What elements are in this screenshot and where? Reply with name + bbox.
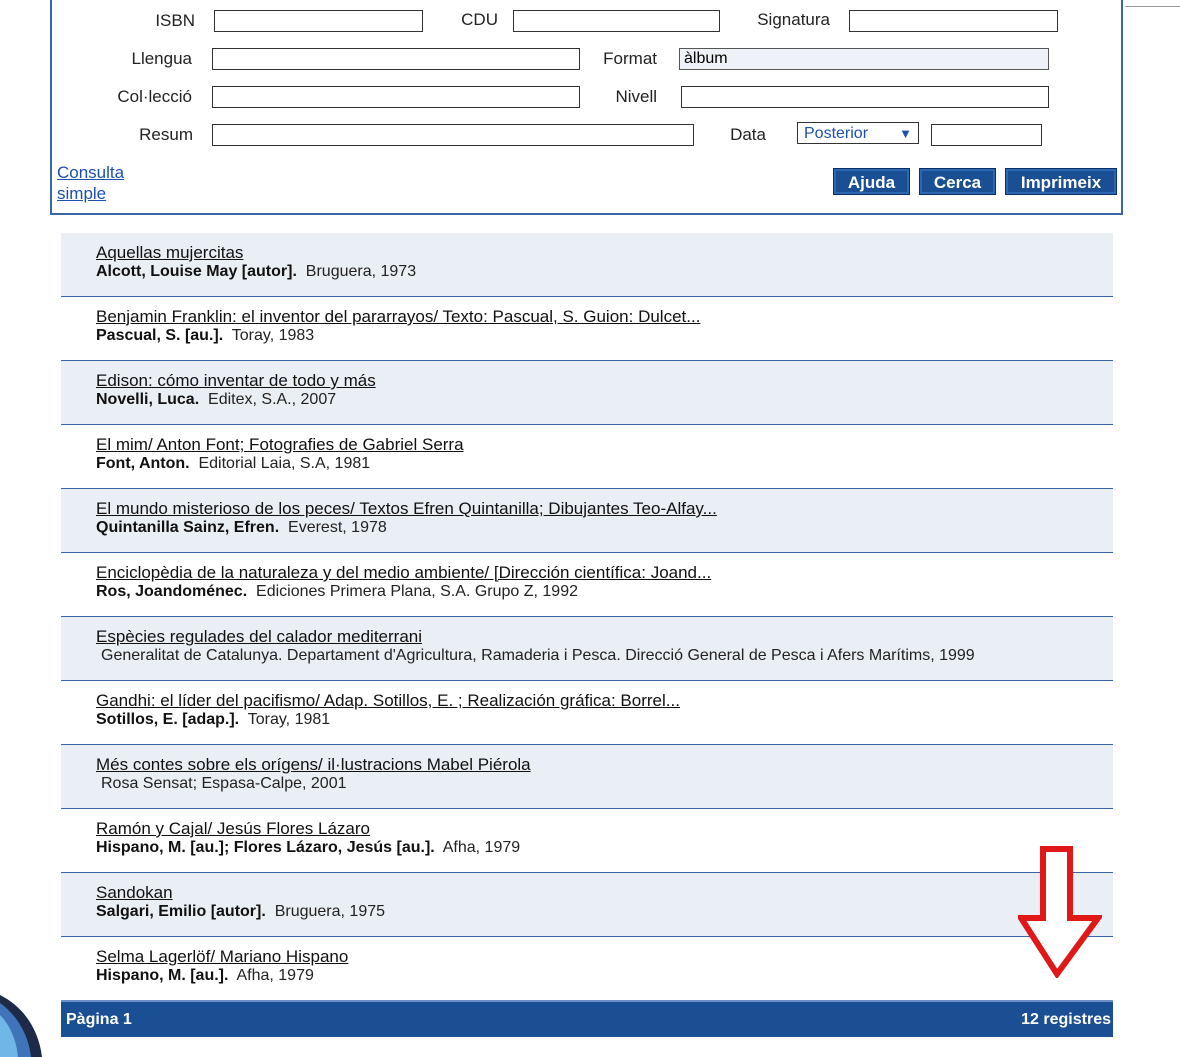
resum-label: Resum bbox=[139, 125, 193, 144]
result-title-link[interactable]: Aquellas mujercitas bbox=[96, 243, 243, 263]
format-label: Format bbox=[603, 49, 657, 68]
result-row: Més contes sobre els orígens/ il·lustrac… bbox=[61, 745, 1113, 809]
format-field[interactable] bbox=[679, 48, 1049, 70]
result-author: Alcott, Louise May [autor]. bbox=[96, 263, 297, 280]
result-author: Pascual, S. [au.]. bbox=[96, 327, 224, 344]
result-publisher: Bruguera, 1973 bbox=[305, 263, 417, 280]
result-author: Hispano, M. [au.]; Flores Lázaro, Jesús … bbox=[96, 839, 435, 856]
result-meta: Hispano, M. [au.]; Flores Lázaro, Jesús … bbox=[96, 839, 520, 857]
result-row: Aquellas mujercitas Alcott, Louise May [a… bbox=[61, 233, 1113, 297]
result-publisher: Everest, 1978 bbox=[288, 519, 387, 536]
result-title-link[interactable]: Ramón y Cajal/ Jesús Flores Lázaro bbox=[96, 819, 370, 839]
down-arrow-icon bbox=[1018, 846, 1102, 978]
result-author: Quintanilla Sainz, Efren. bbox=[96, 519, 280, 536]
result-publisher: Bruguera, 1975 bbox=[274, 903, 386, 920]
result-publisher: Toray, 1983 bbox=[231, 327, 315, 344]
llengua-label: Llengua bbox=[131, 49, 192, 68]
signatura-field[interactable] bbox=[849, 10, 1058, 32]
result-meta: Ros, Joandoménec. Ediciones Primera Plan… bbox=[96, 583, 578, 601]
corner-decoration-icon bbox=[0, 995, 42, 1057]
advanced-search-form: ISBN CDU Signatura Llengua Format Col·le… bbox=[50, 0, 1123, 215]
pagination-bar: Pàgina 1 12 registres bbox=[61, 1000, 1113, 1037]
result-title-link[interactable]: Sandokan bbox=[96, 883, 173, 903]
cdu-label: CDU bbox=[461, 10, 498, 29]
result-row: Ramón y Cajal/ Jesús Flores Lázaro Hispan… bbox=[61, 809, 1113, 873]
resum-field[interactable] bbox=[212, 124, 694, 146]
help-button[interactable]: Ajuda bbox=[833, 168, 910, 195]
result-author: Salgari, Emilio [autor]. bbox=[96, 903, 266, 920]
result-publisher: Editex, S.A., 2007 bbox=[208, 391, 337, 408]
result-meta: Generalitat de Catalunya. Departament d'… bbox=[101, 647, 975, 665]
result-title-link[interactable]: Més contes sobre els orígens/ il·lustrac… bbox=[96, 755, 531, 775]
cdu-field[interactable] bbox=[513, 10, 720, 32]
nivell-field[interactable] bbox=[681, 86, 1049, 108]
result-publisher: Editorial Laia, S.A, 1981 bbox=[198, 455, 371, 472]
result-publisher: Toray, 1981 bbox=[247, 711, 331, 728]
signatura-label: Signatura bbox=[757, 10, 830, 29]
result-title-link[interactable]: Selma Lagerlöf/ Mariano Hispano bbox=[96, 947, 348, 967]
data-year-field[interactable] bbox=[931, 124, 1042, 146]
result-title-link[interactable]: Gandhi: el líder del pacifismo/ Adap. So… bbox=[96, 691, 680, 711]
result-title-link[interactable]: Benjamin Franklin: el inventor del parar… bbox=[96, 307, 700, 327]
result-title-link[interactable]: Enciclopèdia de la naturaleza y del medi… bbox=[96, 563, 711, 583]
result-publisher: Afha, 1979 bbox=[236, 967, 314, 984]
dropdown-arrow-icon: ▼ bbox=[899, 125, 912, 141]
result-row: Selma Lagerlöf/ Mariano Hispano Hispano, … bbox=[61, 937, 1113, 1001]
result-author: Sotillos, E. [adap.]. bbox=[96, 711, 240, 728]
result-row: Sandokan Salgari, Emilio [autor]. Bruguer… bbox=[61, 873, 1113, 937]
result-author: Novelli, Luca. bbox=[96, 391, 200, 408]
result-publisher: Afha, 1979 bbox=[442, 839, 521, 856]
result-row: Edison: cómo inventar de todo y más Novel… bbox=[61, 361, 1113, 425]
result-row: El mim/ Anton Font; Fotografies de Gabri… bbox=[61, 425, 1113, 489]
result-meta: Novelli, Luca. Editex, S.A., 2007 bbox=[96, 391, 336, 409]
simple-search-link-line1[interactable]: Consulta bbox=[57, 163, 124, 182]
record-count: 12 registres bbox=[1021, 1011, 1111, 1028]
top-divider bbox=[1125, 6, 1180, 7]
data-comparison-select[interactable]: Posterior ▼ bbox=[797, 122, 919, 144]
colleccio-field[interactable] bbox=[212, 86, 580, 108]
colleccio-label: Col·lecció bbox=[117, 87, 192, 106]
results-list: Aquellas mujercitas Alcott, Louise May [a… bbox=[61, 233, 1113, 1001]
result-row: El mundo misterioso de los peces/ Textos… bbox=[61, 489, 1113, 553]
result-author: Hispano, M. [au.]. bbox=[96, 967, 229, 984]
result-meta: Font, Anton. Editorial Laia, S.A, 1981 bbox=[96, 455, 370, 473]
search-button[interactable]: Cerca bbox=[919, 168, 996, 195]
result-author: Ros, Joandoménec. bbox=[96, 583, 248, 600]
data-label: Data bbox=[730, 125, 766, 144]
result-publisher: Generalitat de Catalunya. Departament d'… bbox=[101, 647, 975, 664]
result-meta: Quintanilla Sainz, Efren. Everest, 1978 bbox=[96, 519, 387, 537]
result-row: Benjamin Franklin: el inventor del parar… bbox=[61, 297, 1113, 361]
result-row: Espècies regulades del calador mediterra… bbox=[61, 617, 1113, 681]
page-indicator: Pàgina 1 bbox=[66, 1011, 132, 1028]
llengua-field[interactable] bbox=[212, 48, 580, 70]
print-button[interactable]: Imprimeix bbox=[1005, 168, 1117, 195]
result-meta: Sotillos, E. [adap.]. Toray, 1981 bbox=[96, 711, 330, 729]
isbn-label: ISBN bbox=[155, 11, 195, 30]
simple-search-link[interactable]: Consulta simple bbox=[57, 163, 124, 205]
isbn-field[interactable] bbox=[214, 10, 423, 32]
result-meta: Hispano, M. [au.]. Afha, 1979 bbox=[96, 967, 314, 985]
result-title-link[interactable]: El mundo misterioso de los peces/ Textos… bbox=[96, 499, 717, 519]
result-meta: Alcott, Louise May [autor]. Bruguera, 19… bbox=[96, 263, 416, 281]
result-publisher: Rosa Sensat; Espasa-Calpe, 2001 bbox=[101, 775, 347, 792]
result-meta: Pascual, S. [au.]. Toray, 1983 bbox=[96, 327, 314, 345]
simple-search-link-line2[interactable]: simple bbox=[57, 184, 106, 203]
result-meta: Salgari, Emilio [autor]. Bruguera, 1975 bbox=[96, 903, 385, 921]
nivell-label: Nivell bbox=[615, 87, 657, 106]
result-row: Gandhi: el líder del pacifismo/ Adap. So… bbox=[61, 681, 1113, 745]
result-title-link[interactable]: Edison: cómo inventar de todo y más bbox=[96, 371, 376, 391]
result-title-link[interactable]: El mim/ Anton Font; Fotografies de Gabri… bbox=[96, 435, 464, 455]
result-author: Font, Anton. bbox=[96, 455, 190, 472]
result-meta: Rosa Sensat; Espasa-Calpe, 2001 bbox=[101, 775, 346, 793]
result-row: Enciclopèdia de la naturaleza y del medi… bbox=[61, 553, 1113, 617]
data-select-value: Posterior bbox=[804, 124, 869, 142]
result-publisher: Ediciones Primera Plana, S.A. Grupo Z, 1… bbox=[256, 583, 578, 600]
result-title-link[interactable]: Espècies regulades del calador mediterra… bbox=[96, 627, 422, 647]
